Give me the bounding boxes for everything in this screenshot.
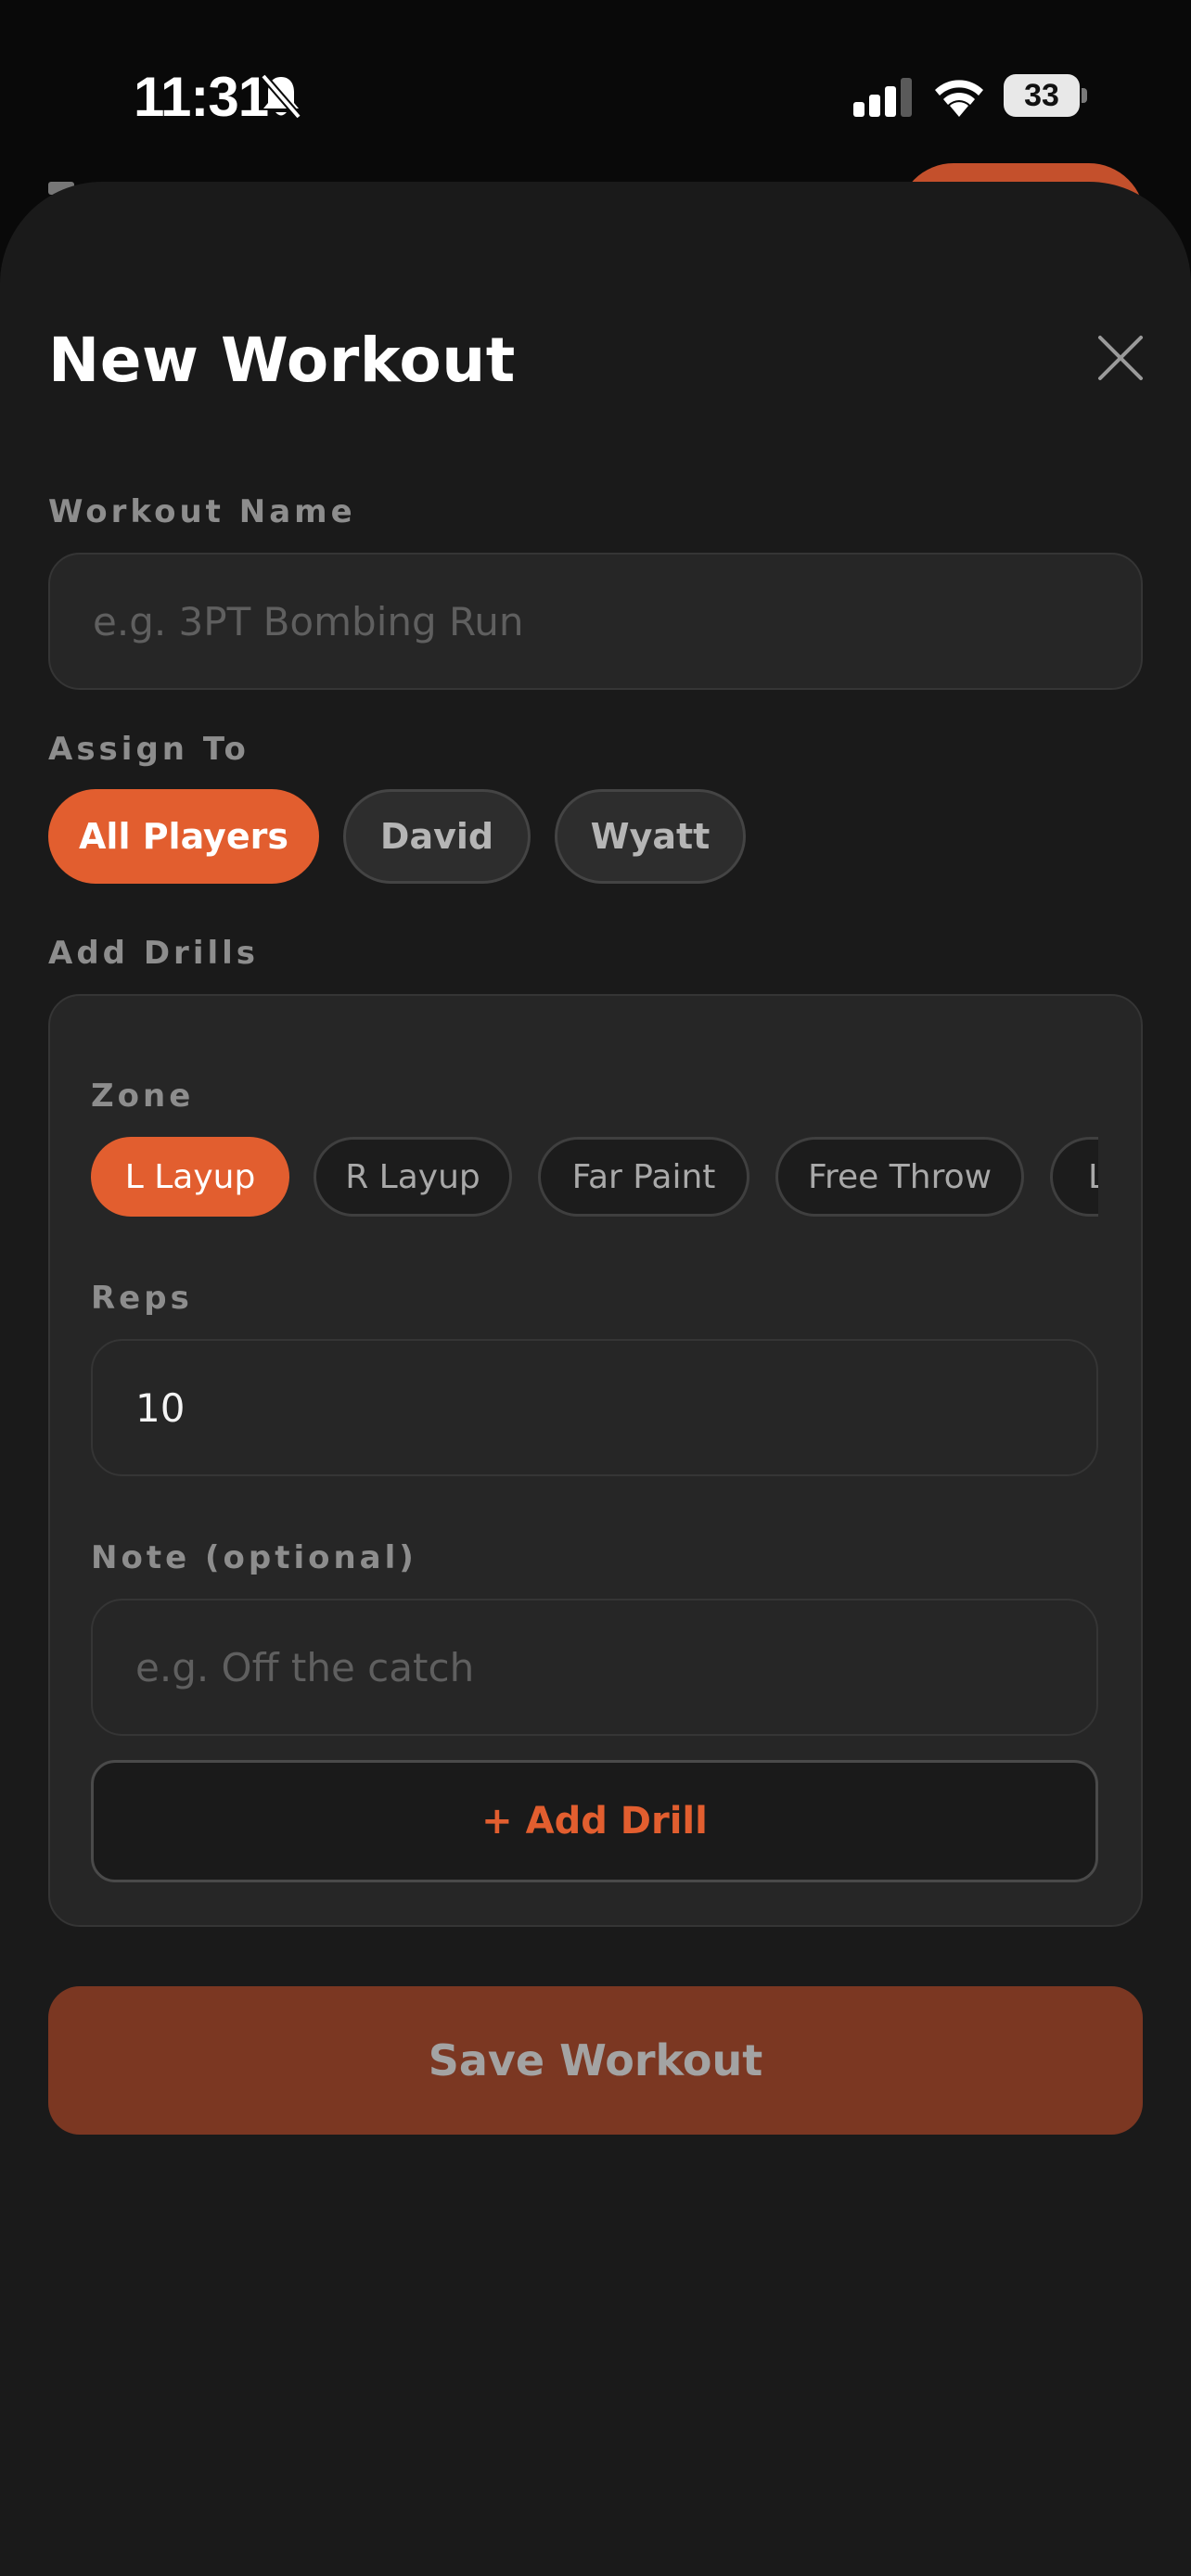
status-bar: 11:31 33: [0, 0, 1191, 185]
assign-chip-all-players[interactable]: All Players: [48, 789, 319, 884]
zone-chip-l-layup[interactable]: L Layup: [91, 1137, 289, 1217]
workout-name-input[interactable]: e.g. 3PT Bombing Run: [48, 553, 1143, 690]
sheet-title: New Workout: [48, 325, 516, 396]
note-placeholder: e.g. Off the catch: [135, 1644, 475, 1690]
zone-chip-r-layup[interactable]: R Layup: [314, 1137, 512, 1217]
reps-value: 10: [135, 1384, 186, 1431]
zone-chip-free-throw[interactable]: Free Throw: [775, 1137, 1024, 1217]
zone-chip-partial[interactable]: L: [1050, 1137, 1098, 1217]
add-drill-button[interactable]: + Add Drill: [91, 1760, 1098, 1882]
close-icon[interactable]: [1095, 332, 1146, 384]
cellular-signal-icon: [853, 78, 912, 117]
assign-chip-wyatt[interactable]: Wyatt: [555, 789, 746, 884]
battery-icon: 33: [1004, 74, 1087, 117]
wifi-icon: [935, 80, 983, 117]
zone-chip-scroller[interactable]: L Layup R Layup Far Paint Free Throw L: [91, 1137, 1098, 1217]
zone-chip-far-paint[interactable]: Far Paint: [538, 1137, 749, 1217]
workout-name-label: Workout Name: [48, 493, 356, 530]
add-drills-label: Add Drills: [48, 935, 260, 972]
assign-to-label: Assign To: [48, 731, 250, 768]
save-workout-button[interactable]: Save Workout: [48, 1986, 1143, 2135]
reps-label: Reps: [91, 1280, 193, 1317]
assign-chip-david[interactable]: David: [343, 789, 531, 884]
status-time: 11:31: [134, 66, 269, 128]
zone-label: Zone: [91, 1078, 195, 1115]
reps-input[interactable]: 10: [91, 1339, 1098, 1476]
battery-level: 33: [1004, 74, 1080, 117]
silent-mode-icon: [260, 73, 302, 120]
note-label: Note (optional): [91, 1539, 417, 1576]
workout-name-placeholder: e.g. 3PT Bombing Run: [93, 598, 524, 644]
note-input[interactable]: e.g. Off the catch: [91, 1599, 1098, 1736]
